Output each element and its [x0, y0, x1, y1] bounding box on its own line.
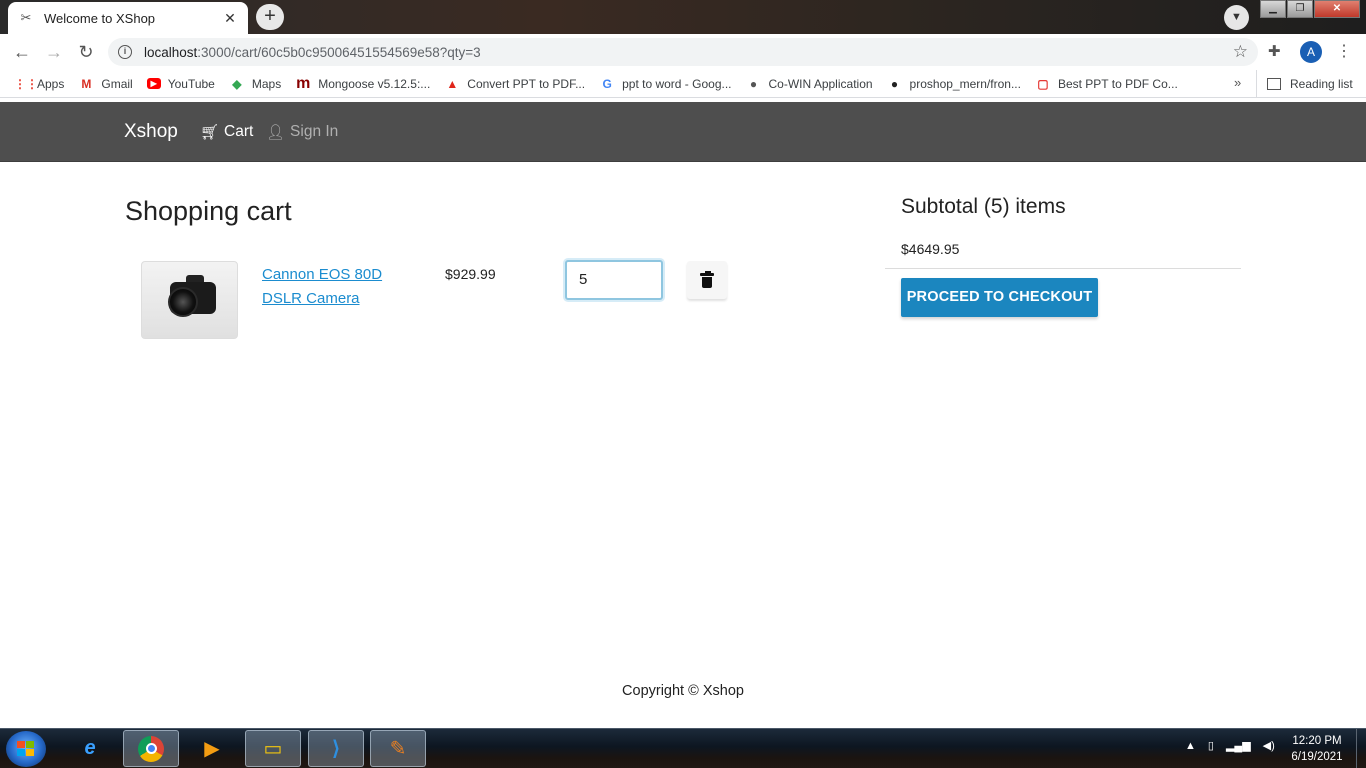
tray-expand-icon[interactable]: ▲ [1185, 740, 1196, 752]
extensions-puzzle-icon[interactable]: ✚ [1268, 42, 1281, 60]
cart-item-row: Cannon EOS 80D DSLR Camera $929.99 5 [125, 260, 745, 340]
bookmark-label: Mongoose v5.12.5:... [318, 76, 431, 91]
site-navbar: Xshop 🛒︎ Cart 👤︎ Sign In [0, 102, 1366, 162]
media-player-icon[interactable]: ▶ [184, 730, 240, 767]
tab-title: Welcome to XShop [44, 10, 156, 26]
adobe-icon: ▲ [446, 76, 459, 91]
close-window-button[interactable]: ✕ [1314, 0, 1360, 18]
bookmark-cowin[interactable]: ● Co-WIN Application [746, 76, 873, 92]
show-desktop-button[interactable] [1356, 729, 1366, 768]
bookmark-mongoose[interactable]: m Mongoose v5.12.5:... [295, 74, 431, 92]
taskbar-clock[interactable]: 12:20 PM 6/19/2021 [1284, 733, 1350, 765]
pdf-icon: ▢ [1037, 76, 1049, 91]
site-info-icon[interactable]: i [118, 45, 132, 59]
system-tray: ▲ ▯ ▂▄▆ ◀) [1185, 739, 1287, 753]
windows-taskbar: e ▶ ▭ ⟩ ✎ ▲ ▯ ▂▄▆ ◀) 12:20 PM 6/19/2021 [0, 728, 1366, 768]
network-signal-icon[interactable]: ▂▄▆ [1226, 739, 1251, 752]
window-controls: ▁ ❐ ✕ [1260, 0, 1361, 20]
bookmark-youtube[interactable]: ▶ YouTube [146, 76, 215, 91]
clock-date: 6/19/2021 [1291, 751, 1343, 763]
youtube-icon: ▶ [146, 78, 161, 89]
user-icon: 👤︎ [266, 124, 286, 141]
clock-time: 12:20 PM [1292, 735, 1342, 747]
bookmark-label: ppt to word - Goog... [622, 76, 732, 91]
browser-menu-icon[interactable]: ⋮ [1336, 40, 1352, 64]
bookmark-best-ppt[interactable]: ▢ Best PPT to PDF Co... [1035, 76, 1178, 92]
bookmark-label: Co-WIN Application [768, 76, 873, 91]
browser-tab-strip: ✂ Welcome to XShop ✕ + ▼ ▁ ❐ ✕ [0, 0, 1366, 34]
subtotal-amount: $4649.95 [901, 241, 960, 257]
bookmarks-bar: ⋮⋮ Apps M Gmail ▶ YouTube ◆ Maps m Mongo… [0, 70, 1366, 98]
reading-list-label: Reading list [1290, 77, 1353, 91]
tab-search-dropdown-icon[interactable]: ▼ [1224, 5, 1249, 30]
new-tab-button[interactable]: + [256, 4, 284, 30]
bookmark-convert-ppt[interactable]: ▲ Convert PPT to PDF... [444, 76, 585, 92]
bookmark-maps[interactable]: ◆ Maps [229, 76, 281, 92]
apps-grid-icon: ⋮⋮ [14, 76, 38, 91]
footer-copyright: Copyright © Xshop [622, 683, 744, 699]
bookmark-label: Maps [251, 76, 282, 91]
url-path: :3000/cart/60c5b0c95006451554569e58?qty=… [197, 44, 481, 60]
bookmark-label: Convert PPT to PDF... [467, 76, 586, 91]
globe-icon: ● [749, 76, 758, 91]
file-explorer-icon[interactable]: ▭ [245, 730, 301, 767]
maps-icon: ◆ [232, 76, 242, 91]
start-button[interactable] [6, 731, 46, 767]
profile-avatar[interactable]: A [1300, 41, 1322, 63]
mongoose-icon: m [296, 74, 311, 92]
page-title: Shopping cart [125, 196, 292, 226]
device-icon[interactable]: ▯ [1208, 739, 1214, 752]
nav-signin-label: Sign In [290, 123, 339, 140]
bookmark-gmail[interactable]: M Gmail [78, 76, 132, 92]
nav-cart-link[interactable]: 🛒︎ Cart [200, 123, 253, 141]
subtotal-heading: Subtotal (5) items [901, 195, 1066, 218]
bookmark-label: YouTube [167, 76, 215, 91]
xshop-favicon-icon: ✂ [20, 10, 32, 25]
bookmark-label: proshop_mern/fron... [909, 76, 1021, 91]
url-host: localhost [144, 44, 198, 60]
minimize-button[interactable]: ▁ [1260, 0, 1286, 18]
brand-logo[interactable]: Xshop [124, 121, 178, 143]
browser-toolbar: ← → ↻ i localhost:3000/cart/60c5b0c95006… [0, 34, 1366, 70]
back-arrow-icon[interactable]: ← [10, 40, 34, 64]
summary-divider [885, 268, 1241, 269]
bookmark-label: Best PPT to PDF Co... [1057, 76, 1178, 91]
quantity-select[interactable]: 5 [565, 260, 663, 300]
google-icon: G [602, 76, 612, 91]
bookmark-label: Gmail [101, 76, 133, 91]
browser-tab[interactable]: ✂ Welcome to XShop ✕ [8, 2, 248, 34]
product-price: $929.99 [445, 266, 496, 282]
gmail-icon: M [81, 76, 92, 91]
product-image [141, 261, 238, 339]
restore-button[interactable]: ❐ [1287, 0, 1313, 18]
reload-icon[interactable]: ↻ [74, 40, 98, 64]
windows-logo-icon [17, 741, 35, 757]
reading-list-icon [1267, 78, 1281, 90]
tab-close-icon[interactable]: ✕ [222, 10, 238, 27]
address-bar[interactable]: i localhost:3000/cart/60c5b0c95006451554… [108, 38, 1258, 66]
bookmarks-more-icon[interactable]: » [1234, 75, 1241, 90]
internet-explorer-icon[interactable]: e [62, 730, 118, 767]
bookmark-label: Apps [37, 76, 65, 91]
reading-list-button[interactable]: Reading list [1256, 70, 1353, 98]
paint-icon[interactable]: ✎ [370, 730, 426, 767]
bookmark-ppt-to-word[interactable]: G ppt to word - Goog... [599, 76, 731, 92]
bookmark-apps[interactable]: ⋮⋮ Apps [14, 76, 64, 92]
vscode-icon[interactable]: ⟩ [308, 730, 364, 767]
bookmark-proshop[interactable]: ● proshop_mern/fron... [887, 76, 1021, 92]
forward-arrow-icon[interactable]: → [42, 40, 66, 64]
product-name-link[interactable]: Cannon EOS 80D DSLR Camera [262, 263, 422, 311]
github-icon: ● [890, 76, 899, 91]
shopping-cart-icon: 🛒︎ [200, 124, 220, 141]
chrome-icon[interactable] [123, 730, 179, 767]
nav-cart-label: Cart [224, 123, 254, 140]
volume-icon[interactable]: ◀) [1263, 739, 1275, 752]
trash-icon [700, 271, 714, 288]
nav-signin-link[interactable]: 👤︎ Sign In [266, 123, 338, 141]
bookmark-star-icon[interactable]: ☆ [1233, 42, 1248, 62]
remove-item-button[interactable] [687, 261, 727, 299]
proceed-to-checkout-button[interactable]: PROCEED TO CHECKOUT [901, 278, 1098, 317]
